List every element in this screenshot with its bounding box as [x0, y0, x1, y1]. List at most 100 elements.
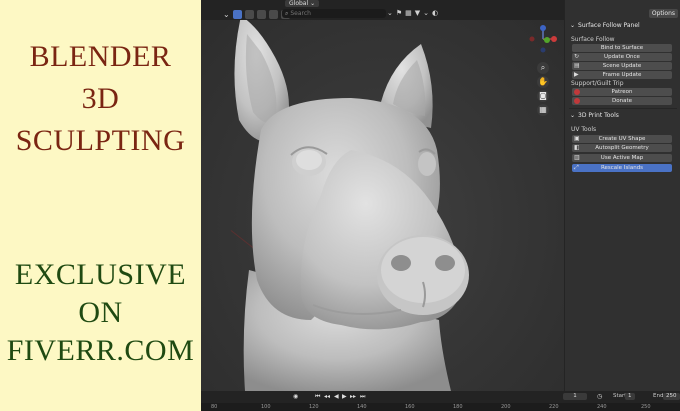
select-extend-icon[interactable]: [244, 10, 254, 19]
dog-head-sculpt: [234, 20, 469, 391]
update-once-button[interactable]: ↻ Update Once: [572, 53, 672, 61]
viewport-header: ⌄ Global ⌄ ⌕ ⌄ ⚑ ▦ ▼ ⌄ ◐: [201, 0, 564, 20]
scene-icon: ▤: [574, 62, 580, 69]
header-tools: ⌄ ⚑ ▦ ▼ ⌄ ◐: [387, 9, 438, 18]
search-input[interactable]: [290, 10, 381, 17]
current-frame-field[interactable]: 1: [563, 393, 587, 400]
flag-icon[interactable]: ⚑: [396, 9, 402, 18]
button-label: Bind to Surface: [600, 45, 644, 51]
grid-view-icon[interactable]: ▦: [537, 104, 549, 116]
heart-icon: [574, 98, 580, 104]
button-label: Patreon: [611, 89, 633, 95]
select-invert-icon[interactable]: [268, 10, 278, 19]
button-label: Use Active Map: [600, 155, 644, 161]
camera-icon[interactable]: ◙: [537, 90, 549, 102]
end-label: End: [653, 393, 664, 399]
panel-title: Surface Follow Panel: [578, 22, 640, 29]
end-frame-field[interactable]: 250: [663, 393, 680, 400]
zoom-icon[interactable]: ⌕: [537, 62, 549, 74]
pan-hand-icon[interactable]: ✋: [537, 76, 549, 88]
button-label: Rescale Islands: [600, 165, 644, 171]
map-icon: ▥: [574, 154, 580, 161]
promo-title-sculpting: SCULPTING: [15, 124, 186, 157]
ruler-tick: 180: [453, 404, 463, 410]
clock-icon[interactable]: ◷: [597, 393, 602, 400]
uv-tools-label: UV Tools: [571, 126, 597, 133]
search-field[interactable]: ⌕: [282, 9, 386, 18]
timeline-controls: ◉ ⏮ ◂◂ ◀ ▶ ▸▸ ⏭ 1 ◷ Start 1 End 250: [201, 391, 680, 402]
frame-update-button[interactable]: ▶ Frame Update: [572, 71, 672, 79]
play-icon[interactable]: ▶: [342, 393, 347, 400]
ruler-tick: 220: [549, 404, 559, 410]
next-key-icon[interactable]: ▸▸: [350, 393, 356, 400]
chevron-down-icon: ⌄: [570, 22, 576, 29]
ruler-tick: 240: [597, 404, 607, 410]
button-label: Scene Update: [602, 63, 642, 69]
funnel-icon[interactable]: ▼: [415, 9, 420, 18]
rescale-islands-button[interactable]: ⤢ Rescale Islands: [572, 164, 672, 172]
frame-ruler[interactable]: 80 100 120 140 160 180 200 220 240 250: [201, 403, 680, 411]
jump-start-icon[interactable]: ⏮: [315, 393, 320, 400]
play-reverse-icon[interactable]: ◀: [334, 393, 339, 400]
axis-gizmo[interactable]: [528, 24, 558, 54]
panel-title: 3D Print Tools: [578, 112, 619, 119]
ruler-tick: 250: [641, 404, 651, 410]
play-icon: ▶: [574, 71, 579, 78]
scene-update-button[interactable]: ▤ Scene Update: [572, 62, 672, 70]
support-label: Support/Guilt Trip: [571, 80, 624, 87]
options-button[interactable]: Options: [648, 9, 678, 18]
patreon-button[interactable]: Patreon: [572, 88, 672, 96]
button-label: Create UV Shape: [598, 136, 646, 142]
button-label: Autosplit Geometry: [595, 145, 649, 151]
grid-icon[interactable]: ▦: [405, 9, 412, 18]
ruler-tick: 160: [405, 404, 415, 410]
chevron-down-icon[interactable]: ⌄: [423, 9, 429, 18]
jump-end-icon[interactable]: ⏭: [360, 393, 365, 400]
split-icon: ◧: [574, 144, 580, 151]
promo-title-3d: 3D: [81, 82, 120, 115]
overlay-icon[interactable]: ◐: [432, 9, 438, 18]
button-label: Update Once: [604, 54, 640, 60]
timeline: ◉ ⏮ ◂◂ ◀ ▶ ▸▸ ⏭ 1 ◷ Start 1 End 250 80 1…: [201, 391, 680, 411]
start-frame-field[interactable]: 1: [625, 393, 635, 400]
3d-viewport[interactable]: ⌕ ✋ ◙ ▦: [201, 20, 564, 391]
heart-icon: [574, 89, 580, 95]
promo-exclusive: EXCLUSIVE: [14, 258, 187, 291]
orientation-dropdown[interactable]: Global ⌄: [285, 0, 320, 7]
refresh-icon: ↻: [574, 53, 580, 60]
button-label: Donate: [612, 98, 632, 104]
select-subtract-icon[interactable]: [256, 10, 266, 19]
create-uv-shape-button[interactable]: ▣ Create UV Shape: [572, 135, 672, 143]
ruler-tick: 80: [211, 404, 218, 410]
chevron-down-icon[interactable]: ⌄: [387, 9, 393, 18]
promo-fiverr: FIVERR.COM: [6, 334, 195, 367]
chevron-down-icon: ⌄: [310, 0, 316, 7]
chevron-down-icon[interactable]: ⌄: [223, 10, 230, 19]
blender-window: ⌄ Global ⌄ ⌕ ⌄ ⚑ ▦ ▼ ⌄ ◐: [201, 0, 680, 411]
properties-sidebar: Options ⌄ Surface Follow Panel Surface F…: [564, 0, 680, 391]
surface-follow-panel-header[interactable]: ⌄ Surface Follow Panel: [570, 22, 640, 29]
ruler-tick: 100: [261, 404, 271, 410]
promo-banner: BLENDER 3D SCULPTING EXCLUSIVE ON FIVERR…: [0, 0, 201, 411]
select-box-icon[interactable]: [232, 10, 242, 19]
donate-button[interactable]: Donate: [572, 97, 672, 105]
rescale-icon: ⤢: [574, 164, 579, 171]
button-label: Frame Update: [602, 72, 642, 78]
orientation-label: Global: [289, 0, 309, 7]
uv-icon: ▣: [574, 135, 580, 142]
keyframe-icon[interactable]: ◉: [293, 393, 298, 400]
divider: [569, 108, 677, 109]
ruler-tick: 140: [357, 404, 367, 410]
print-tools-panel-header[interactable]: ⌄ 3D Print Tools: [570, 112, 619, 119]
promo-title-blender: BLENDER: [29, 40, 172, 73]
ruler-tick: 200: [501, 404, 511, 410]
prev-key-icon[interactable]: ◂◂: [324, 393, 330, 400]
navigation-gizmo: ⌕ ✋ ◙ ▦: [528, 24, 558, 120]
promo-on: ON: [78, 296, 123, 329]
ruler-tick: 120: [309, 404, 319, 410]
autosplit-geometry-button[interactable]: ◧ Autosplit Geometry: [572, 144, 672, 152]
chevron-down-icon: ⌄: [570, 112, 576, 119]
bind-to-surface-button[interactable]: Bind to Surface: [572, 44, 672, 52]
search-icon: ⌕: [285, 9, 289, 17]
use-active-map-button[interactable]: ▥ Use Active Map: [572, 154, 672, 162]
